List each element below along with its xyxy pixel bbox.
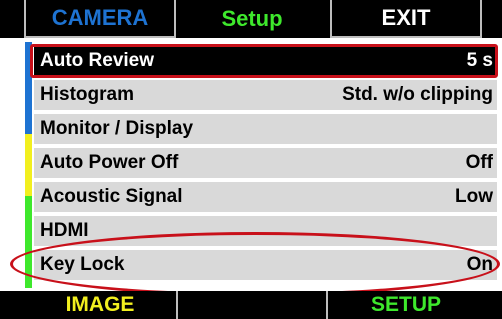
tab-setup[interactable]: Setup (176, 0, 328, 38)
menu-item-value: Std. w/o clipping (342, 84, 493, 105)
side-strip-yellow (25, 134, 32, 196)
camera-menu-screen: CAMERA Setup EXIT Auto Review 5 s Histog… (0, 0, 502, 319)
menu-item-acoustic-signal[interactable]: Acoustic Signal Low (34, 182, 497, 212)
top-tab-bar: CAMERA Setup EXIT (0, 0, 502, 38)
menu-item-label: Monitor / Display (40, 118, 194, 139)
highlight-rectangle (30, 44, 498, 78)
tab-exit[interactable]: EXIT (330, 0, 482, 38)
highlight-ellipse (10, 232, 500, 296)
menu-item-auto-power-off[interactable]: Auto Power Off Off (34, 148, 497, 178)
tab-image[interactable]: IMAGE (24, 291, 176, 319)
menu-item-histogram[interactable]: Histogram Std. w/o clipping (34, 80, 497, 110)
menu-item-value: Off (465, 152, 493, 173)
bottom-tab-bar: IMAGE SETUP (0, 291, 502, 319)
tab-blank[interactable] (176, 291, 328, 319)
tab-setup-bottom[interactable]: SETUP (330, 291, 482, 319)
menu-item-label: Histogram (40, 84, 134, 105)
menu-item-value: Low (455, 186, 493, 207)
menu-item-label: Auto Power Off (40, 152, 179, 173)
menu-item-monitor-display[interactable]: Monitor / Display (34, 114, 497, 144)
menu-item-label: Acoustic Signal (40, 186, 183, 207)
tab-camera[interactable]: CAMERA (24, 0, 176, 38)
menu-item-label: HDMI (40, 220, 89, 241)
